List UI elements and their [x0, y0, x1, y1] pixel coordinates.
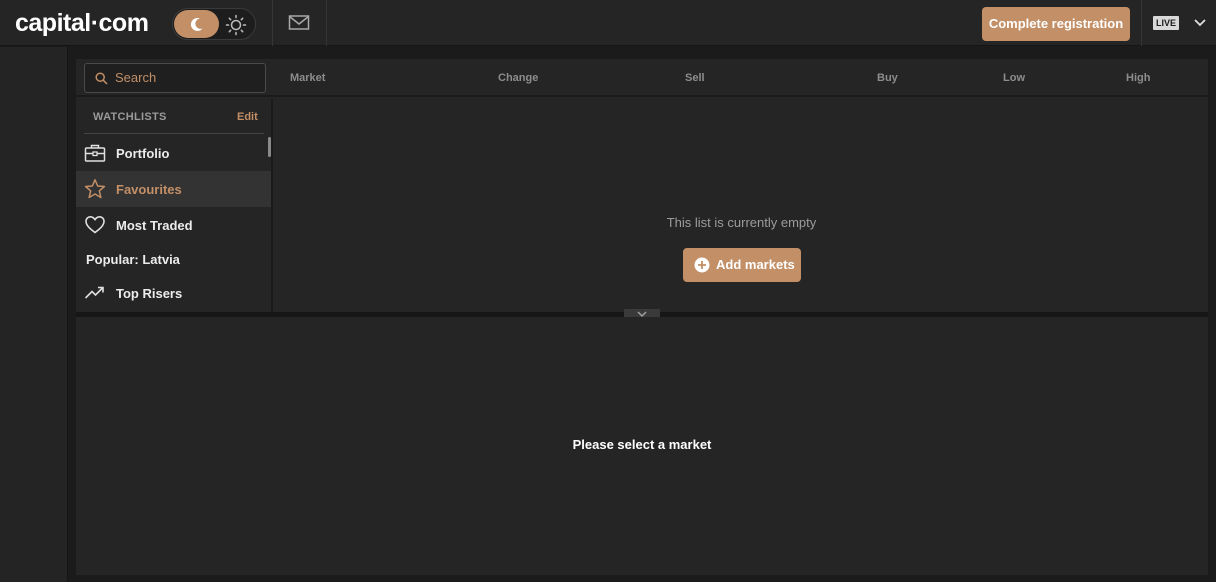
empty-list-message: This list is currently empty — [666, 215, 817, 230]
sun-icon[interactable] — [225, 14, 247, 36]
market-details-panel: Please select a market — [76, 317, 1208, 575]
portfolio-icon — [84, 144, 106, 162]
add-markets-button[interactable]: Add markets — [683, 248, 801, 282]
watchlists-heading: WATCHLISTS — [93, 111, 167, 123]
capital-logo[interactable]: capital·com — [15, 9, 149, 38]
column-change[interactable]: Change — [498, 72, 538, 84]
theme-toggle[interactable] — [172, 8, 256, 40]
watchlist-item-most-traded[interactable]: Most Traded — [76, 207, 271, 243]
watchlist-item-favourites[interactable]: Favourites — [76, 171, 271, 207]
watchlists-edit-link[interactable]: Edit — [237, 111, 258, 123]
moon-icon — [190, 17, 203, 31]
mail-icon[interactable] — [288, 14, 310, 32]
divider — [272, 0, 273, 46]
market-list-area: This list is currently empty Add markets — [275, 99, 1208, 312]
watchlist-item-label: Portfolio — [116, 146, 170, 161]
watchlist-item-portfolio[interactable]: Portfolio — [76, 135, 271, 171]
add-markets-label: Add markets — [716, 257, 795, 272]
watchlists-scrollbar[interactable] — [268, 137, 271, 157]
divider — [326, 0, 327, 46]
watchlist-item-label: Top Risers — [116, 286, 183, 301]
plus-circle-icon — [694, 257, 710, 273]
live-badge[interactable]: LIVE — [1153, 16, 1180, 30]
dark-mode-knob[interactable] — [174, 10, 219, 38]
divider — [84, 133, 264, 134]
search-icon — [95, 72, 108, 85]
column-buy[interactable]: Buy — [877, 72, 898, 84]
watchlist-item-top-risers[interactable]: Top Risers — [76, 275, 271, 311]
search-box[interactable] — [84, 63, 266, 93]
markets-panel: Market Change Sell Buy Low High WATCHLIS… — [76, 59, 1208, 312]
watchlist-item-label: Most Traded — [116, 218, 193, 233]
watchlist-item-label: Popular: Latvia — [86, 252, 180, 267]
star-icon — [84, 179, 106, 199]
column-market[interactable]: Market — [290, 72, 325, 84]
trending-up-icon — [84, 286, 104, 299]
column-header-row: Market Change Sell Buy Low High — [76, 59, 1208, 97]
column-sell[interactable]: Sell — [685, 72, 705, 84]
complete-registration-button[interactable]: Complete registration — [982, 7, 1130, 41]
column-high[interactable]: High — [1126, 72, 1150, 84]
left-gutter — [0, 47, 68, 582]
top-bar: capital·com Complete registration LIVE — [0, 0, 1216, 46]
divider — [1141, 0, 1142, 46]
heart-icon — [85, 215, 105, 234]
watchlists-sidebar: WATCHLISTS Edit Portfolio Favourites Mos… — [76, 99, 273, 312]
search-input[interactable] — [115, 70, 255, 85]
select-market-message: Please select a market — [572, 437, 712, 452]
watchlist-item-popular-latvia[interactable]: Popular: Latvia — [76, 241, 271, 277]
chevron-down-icon[interactable] — [1193, 16, 1207, 30]
watchlist-item-label: Favourites — [116, 182, 182, 197]
column-low[interactable]: Low — [1003, 72, 1025, 84]
